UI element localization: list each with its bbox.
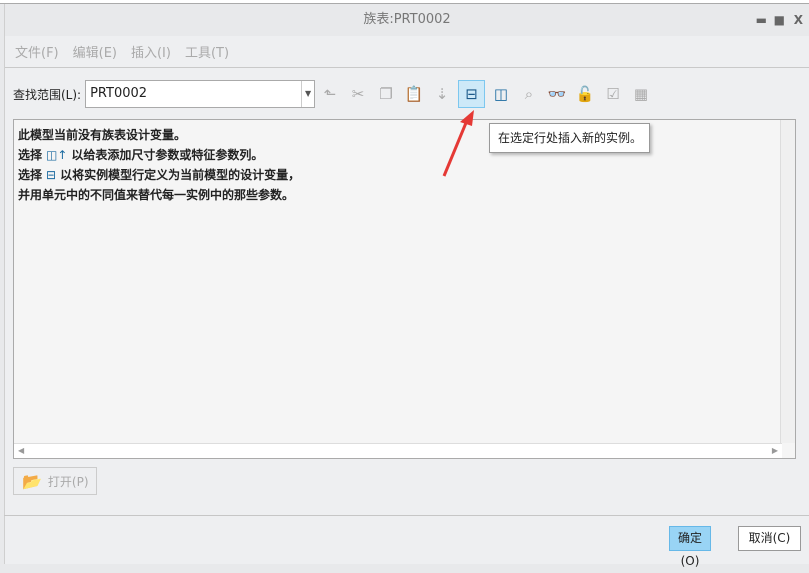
insert-instance-icon[interactable]: ⊟ <box>458 80 485 108</box>
cancel-button[interactable]: 取消(C) <box>738 526 801 551</box>
preview-icon[interactable]: 👓 <box>545 82 569 106</box>
info-line-3: 选择 ⊟ 以将实例模型行定义为当前模型的设计变量， <box>18 165 791 185</box>
menu-edit[interactable]: 编辑(E) <box>73 42 117 61</box>
find-icon[interactable]: ⌕ <box>517 82 541 106</box>
red-arrow-annotation <box>442 110 474 177</box>
chevron-down-icon[interactable]: ▼ <box>301 81 314 107</box>
info-line-2: 选择 ◫↑ 以给表添加尺寸参数或特征参数列。 <box>18 145 791 165</box>
info-text: 选择 <box>18 148 43 162</box>
paste-icon[interactable]: 📋 <box>402 82 426 106</box>
maximize-icon[interactable]: ■ <box>774 4 785 36</box>
menu-bar: 文件(F) 编辑(E) 插入(I) 工具(T) <box>5 36 809 68</box>
ok-button[interactable]: 确定(O) <box>669 526 711 568</box>
folder-icon: 📂 <box>22 471 42 491</box>
lookup-combo[interactable]: PRT0002 ▼ <box>85 80 316 108</box>
add-column-icon[interactable]: ◫ <box>489 82 513 106</box>
open-button[interactable]: 📂 打开(P) <box>13 467 97 495</box>
insert-instance-icon: ⊟ <box>46 168 57 182</box>
divider <box>4 515 809 516</box>
toolbar: ⬑ ✂ ❐ 📋 ⇣ ⊟ ◫ ⌕ 👓 🔓 ☑ ▦ <box>318 80 653 108</box>
open-button-label: 打开(P) <box>47 474 89 489</box>
verify-icon[interactable]: ☑ <box>601 82 625 106</box>
tooltip: 在选定行处插入新的实例。 <box>489 123 650 153</box>
info-text: 以将实例模型行定义为当前模型的设计变量， <box>60 168 301 182</box>
close-icon[interactable]: X <box>794 4 803 36</box>
info-line-1: 此模型当前没有族表设计变量。 <box>18 128 187 142</box>
vertical-scrollbar[interactable] <box>780 120 795 443</box>
lookup-value: PRT0002 <box>90 86 148 101</box>
copy-icon[interactable]: ❐ <box>374 82 398 106</box>
window-title: 族表:PRT0002 <box>363 12 451 27</box>
horizontal-scrollbar[interactable]: ◀ ▶ <box>14 443 782 458</box>
lookup-row: 查找范围(L): PRT0002 ▼ <box>13 80 316 108</box>
up-level-icon[interactable]: ⬑ <box>318 82 342 106</box>
menu-file[interactable]: 文件(F) <box>15 42 59 61</box>
add-column-icon: ◫↑ <box>46 148 68 162</box>
cut-icon[interactable]: ✂ <box>346 82 370 106</box>
menu-insert[interactable]: 插入(I) <box>131 42 171 61</box>
minimize-icon[interactable]: ▬ <box>756 4 767 36</box>
family-table-area[interactable]: 此模型当前没有族表设计变量。 选择 ◫↑ 以给表添加尺寸参数或特征参数列。 选择 ⊟ 以… <box>13 119 796 459</box>
info-text: 选择 <box>18 168 43 182</box>
lock-icon[interactable]: 🔓 <box>573 82 597 106</box>
menu-tools[interactable]: 工具(T) <box>185 42 229 61</box>
lookup-label: 查找范围(L): <box>13 87 82 102</box>
info-line-4: 并用单元中的不同值来替代每一实例中的那些参数。 <box>18 188 295 202</box>
table-icon[interactable]: ▦ <box>629 82 653 106</box>
title-bar: 族表:PRT0002 ▬ ■ X <box>5 4 809 36</box>
info-text: 以给表添加尺寸参数或特征参数列。 <box>71 148 264 162</box>
fill-down-icon[interactable]: ⇣ <box>430 82 454 106</box>
